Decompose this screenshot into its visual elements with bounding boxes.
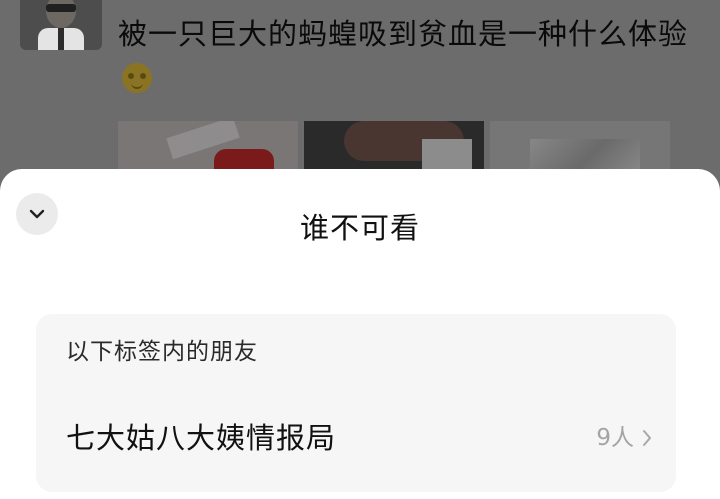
avatar[interactable] — [20, 0, 102, 50]
tag-meta: 9人 — [596, 422, 652, 454]
tag-member-count: 9人 — [596, 425, 634, 451]
visibility-bottom-sheet: 谁不可看 以下标签内的朋友 七大姑八大姨情报局 9人 — [0, 169, 720, 499]
post-text-block: 被一只巨大的蚂蝗吸到贫血是一种什么体验 — [118, 12, 688, 100]
section-label: 以下标签内的朋友 — [66, 339, 258, 365]
money-eyes-emoji-icon — [122, 63, 152, 93]
tag-row[interactable]: 七大姑八大姨情报局 9人 — [36, 406, 676, 468]
tag-list-card: 以下标签内的朋友 七大姑八大姨情报局 9人 — [36, 314, 676, 492]
chevron-right-icon — [643, 430, 651, 446]
tag-name: 七大姑八大姨情报局 — [66, 421, 337, 455]
sheet-title: 谁不可看 — [299, 211, 420, 245]
post-text: 被一只巨大的蚂蝗吸到贫血是一种什么体验 — [118, 17, 689, 51]
